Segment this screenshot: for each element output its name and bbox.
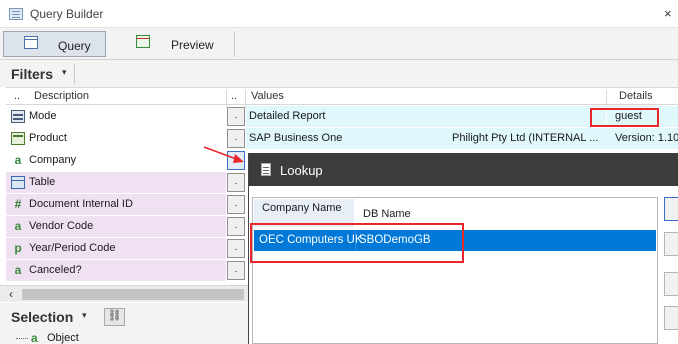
lookup-list: Company Name DB Name OEC Computers UK SB… [252,197,658,344]
column-divider [606,90,607,107]
annotation-arrow [203,146,244,163]
lookup-ok-button[interactable] [664,197,678,221]
query-builder-icon [9,8,23,20]
filter-lookup-button[interactable]: . [227,217,245,236]
column-values[interactable]: Values [251,90,284,102]
filter-lookup-button[interactable]: . [227,195,245,214]
filter-row-description: Product [6,128,226,149]
lookup-title-bar: Lookup [249,153,678,186]
scrollbar-thumb[interactable] [22,289,244,300]
text-field-icon: a [14,219,22,233]
filter-label: Mode [29,110,57,122]
text-field-icon: a [14,263,22,277]
product-icon [11,132,25,145]
title-bar: Query Builder × [0,0,678,28]
filter-lookup-button[interactable]: . [227,107,245,126]
preview-button[interactable]: Preview [110,31,235,57]
filter-lookup-button[interactable]: . [227,261,245,280]
filter-label: Document Internal ID [29,198,133,210]
filter-value[interactable]: Detailed Report [246,106,449,127]
filter-row-description: a Vendor Code [6,216,226,237]
filter-row-description: Table [6,172,226,193]
filter-extra [449,106,606,127]
filter-label: Year/Period Code [29,242,116,254]
query-button-label: Query [58,39,91,53]
lookup-side-button[interactable] [664,232,678,256]
lookup-title: Lookup [280,163,323,178]
filter-lookup-button[interactable]: . [227,173,245,192]
column-divider [226,90,227,107]
query-button[interactable]: Query [3,31,106,57]
filter-label: Vendor Code [29,220,94,232]
column-divider [245,90,246,107]
selection-title: Selection [11,309,74,325]
filter-row-description: a Canceled? [6,260,226,281]
highlight-box [250,223,464,263]
grid-header: .. Description .. Values Details [6,87,678,107]
highlight-box [590,108,659,127]
filters-header: Filters ▾ [0,60,678,87]
divider [74,63,75,84]
link-icon[interactable]: ⛓ [104,308,125,326]
filter-lookup-button[interactable]: . [227,239,245,258]
filter-extra: Philight Pty Ltd (INTERNAL ... [449,128,607,149]
filter-row-product[interactable]: Product . SAP Business One Philight Pty … [6,128,678,150]
mode-icon [11,110,25,123]
column-dots: .. [231,90,238,102]
filter-details: Version: 1.10 [607,128,678,149]
column-marker: .. [14,90,21,102]
filters-title: Filters [11,66,54,82]
filter-row-description: Mode [6,106,226,127]
selection-dropdown-icon[interactable]: ▾ [82,310,87,321]
tree-item-label: Object Type [47,332,79,344]
selection-panel: Selection ▾ ⛓ a Object Type [0,303,248,344]
filter-row-mode[interactable]: Mode . Detailed Report guest [6,106,678,128]
document-icon [261,163,271,176]
close-icon[interactable]: × [664,6,672,21]
filter-row-description: a Company [6,150,226,171]
table-icon [11,176,25,189]
text-field-icon: a [14,153,22,167]
lookup-side-button[interactable] [664,272,678,296]
window-title: Query Builder [30,7,104,21]
horizontal-scrollbar[interactable]: ‹ [0,285,248,302]
text-field-icon: a [31,331,38,344]
lookup-side-button[interactable] [664,306,678,330]
filter-row-description: p Year/Period Code [6,238,226,259]
period-icon: p [14,241,22,255]
hash-icon: # [14,197,22,211]
scroll-left-icon[interactable]: ‹ [9,287,13,301]
preview-icon [136,35,150,48]
filters-dropdown-icon[interactable]: ▾ [62,67,67,78]
preview-button-label: Preview [171,38,214,52]
filter-row-description: # Document Internal ID [6,194,226,215]
query-icon [24,36,38,49]
tree-branch [16,338,28,339]
toolbar: Query Preview [0,28,678,60]
filter-label: Product [29,132,67,144]
column-details[interactable]: Details [619,90,653,102]
filter-label: Company [29,154,77,166]
filter-value[interactable]: SAP Business One [246,128,449,149]
column-description[interactable]: Description [34,90,89,102]
filter-label: Table [29,176,56,188]
filter-label: Canceled? [29,264,82,276]
